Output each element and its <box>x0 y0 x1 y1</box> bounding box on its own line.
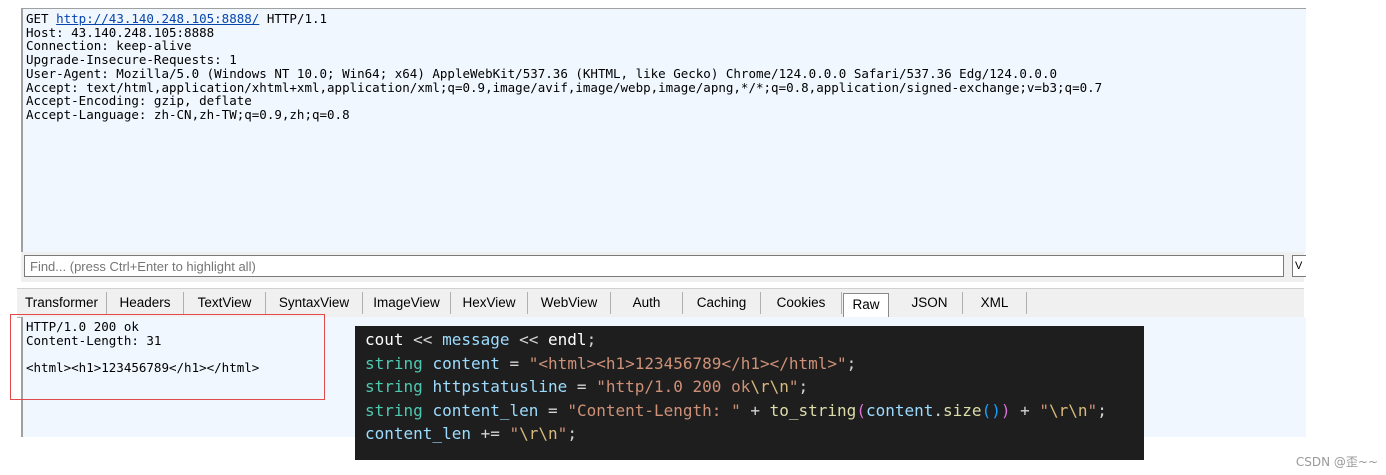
watermark: CSDN @歪~~ <box>1295 455 1378 469</box>
highlight-annotation-box <box>10 314 325 400</box>
tab-auth[interactable]: Auth <box>611 292 683 314</box>
tab-cookies[interactable]: Cookies <box>761 292 842 314</box>
header-line: Accept-Language: zh-CN,zh-TW;q=0.9,zh;q=… <box>26 106 350 122</box>
tab-xml[interactable]: XML <box>963 292 1027 314</box>
request-raw-pane[interactable]: GET http://43.140.248.105:8888/ HTTP/1.1… <box>21 8 1306 253</box>
tab-headers[interactable]: Headers <box>107 292 184 314</box>
code-line: content_len += "\r\n"; <box>365 424 577 444</box>
tab-hexview[interactable]: HexView <box>451 292 528 314</box>
code-line: cout << message << endl; <box>365 330 597 349</box>
tab-webview[interactable]: WebView <box>528 292 611 314</box>
tab-syntaxview[interactable]: SyntaxView <box>266 292 363 314</box>
tab-textview[interactable]: TextView <box>184 292 266 314</box>
code-snippet: cout << message << endl; string content … <box>355 326 1144 460</box>
tab-raw[interactable]: Raw <box>843 293 889 317</box>
code-line: string httpstatusline = "http/1.0 200 ok… <box>365 377 809 397</box>
request-text[interactable]: GET http://43.140.248.105:8888/ HTTP/1.1… <box>23 9 1306 122</box>
code-line: string content_len = "Content-Length: " … <box>365 400 1107 420</box>
find-input[interactable] <box>24 255 1284 277</box>
tab-imageview[interactable]: ImageView <box>363 292 451 314</box>
tab-json[interactable]: JSON <box>897 292 963 314</box>
code-line: string content = "<html><h1>123456789</h… <box>365 353 857 373</box>
tab-transformer[interactable]: Transformer <box>17 292 107 314</box>
request-protocol: HTTP/1.1 <box>266 11 328 26</box>
find-options-button[interactable]: V <box>1292 255 1306 277</box>
tab-caching[interactable]: Caching <box>683 292 761 314</box>
find-bar: V <box>21 252 1306 282</box>
